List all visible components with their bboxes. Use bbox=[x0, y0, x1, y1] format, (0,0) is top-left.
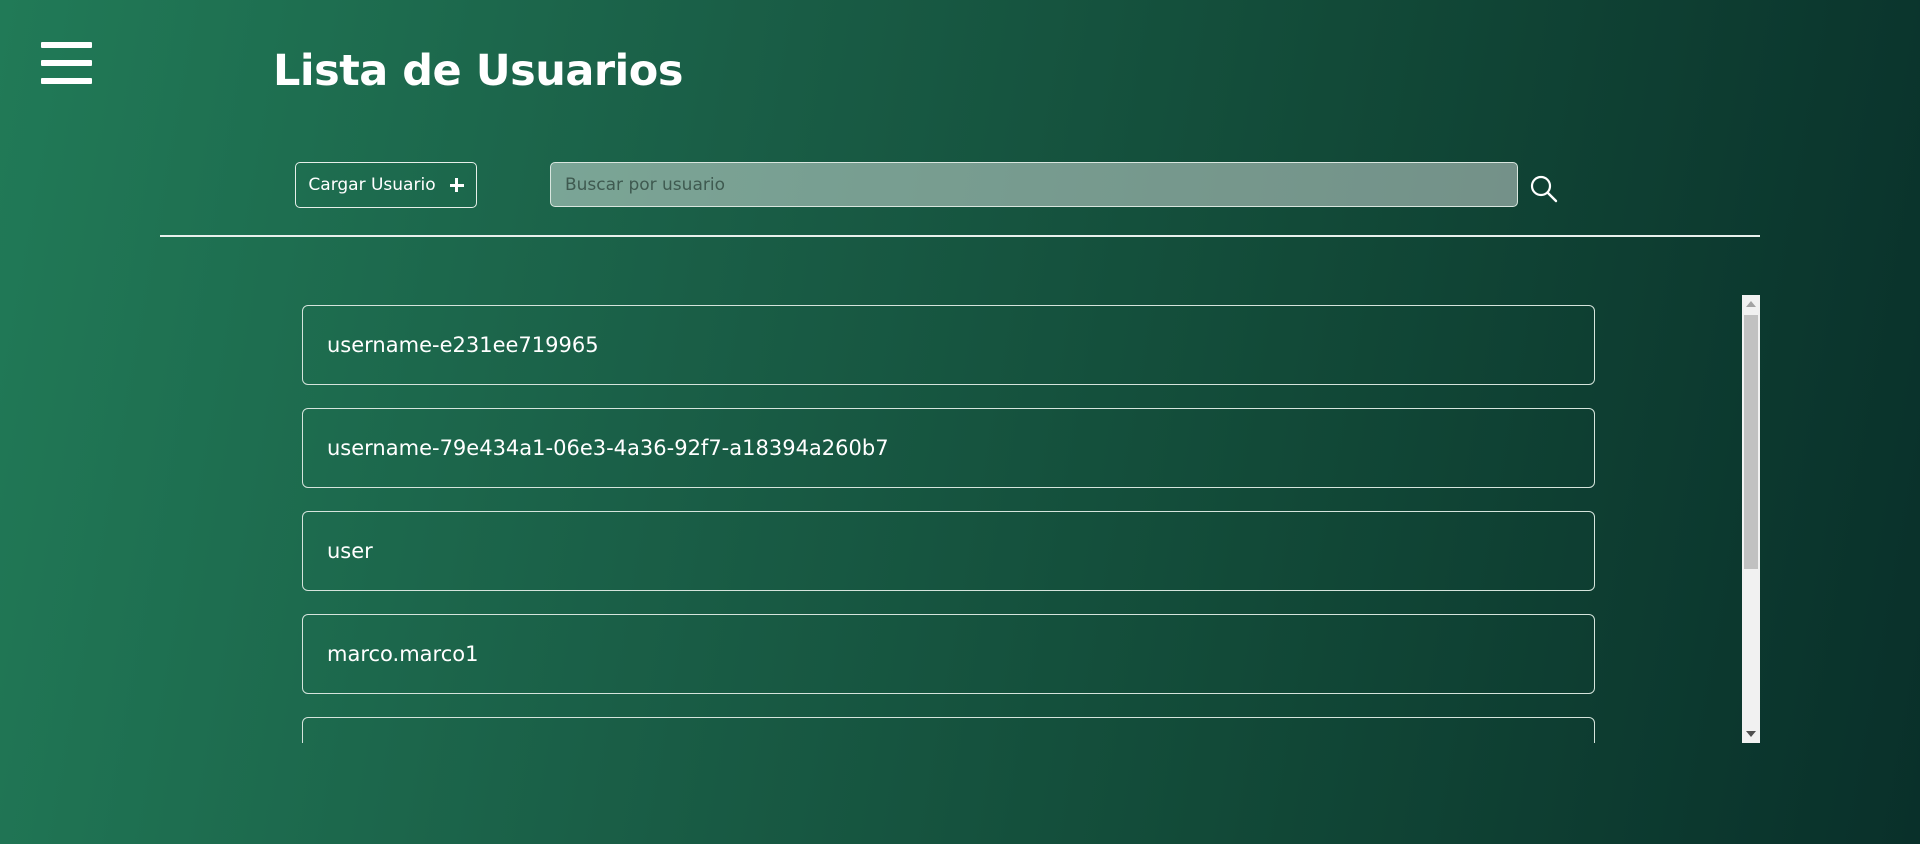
user-list-item-username: username-79e434a1-06e3-4a36-92f7-a18394a… bbox=[327, 436, 889, 460]
hamburger-line-middle bbox=[41, 60, 92, 66]
user-list: username-e231ee719965 username-79e434a1-… bbox=[302, 295, 1760, 743]
plus-icon bbox=[449, 178, 464, 192]
scrollbar-thumb[interactable] bbox=[1744, 315, 1758, 569]
page-title: Lista de Usuarios bbox=[273, 46, 683, 96]
user-list-item-username: user bbox=[327, 539, 373, 563]
user-list-item-username: username-e231ee719965 bbox=[327, 333, 599, 357]
scroll-down-arrow-icon[interactable] bbox=[1746, 731, 1756, 737]
hamburger-menu-icon[interactable] bbox=[41, 42, 92, 84]
header-divider bbox=[160, 235, 1760, 237]
user-list-item[interactable]: marco.marco1 bbox=[302, 614, 1595, 694]
user-list-item-username: marco.marco1 bbox=[327, 642, 479, 666]
hamburger-line-top bbox=[41, 42, 92, 48]
user-list-item[interactable] bbox=[302, 717, 1595, 743]
load-user-button[interactable]: Cargar Usuario bbox=[295, 162, 477, 208]
user-list-item[interactable]: username-e231ee719965 bbox=[302, 305, 1595, 385]
user-list-item[interactable]: user bbox=[302, 511, 1595, 591]
search-input[interactable] bbox=[550, 162, 1518, 207]
load-user-button-label: Cargar Usuario bbox=[308, 175, 436, 195]
user-list-scrollbar[interactable] bbox=[1742, 295, 1760, 743]
search-icon[interactable] bbox=[1529, 174, 1559, 204]
scroll-up-arrow-icon[interactable] bbox=[1746, 301, 1756, 307]
hamburger-line-bottom bbox=[41, 78, 92, 84]
user-list-item[interactable]: username-79e434a1-06e3-4a36-92f7-a18394a… bbox=[302, 408, 1595, 488]
